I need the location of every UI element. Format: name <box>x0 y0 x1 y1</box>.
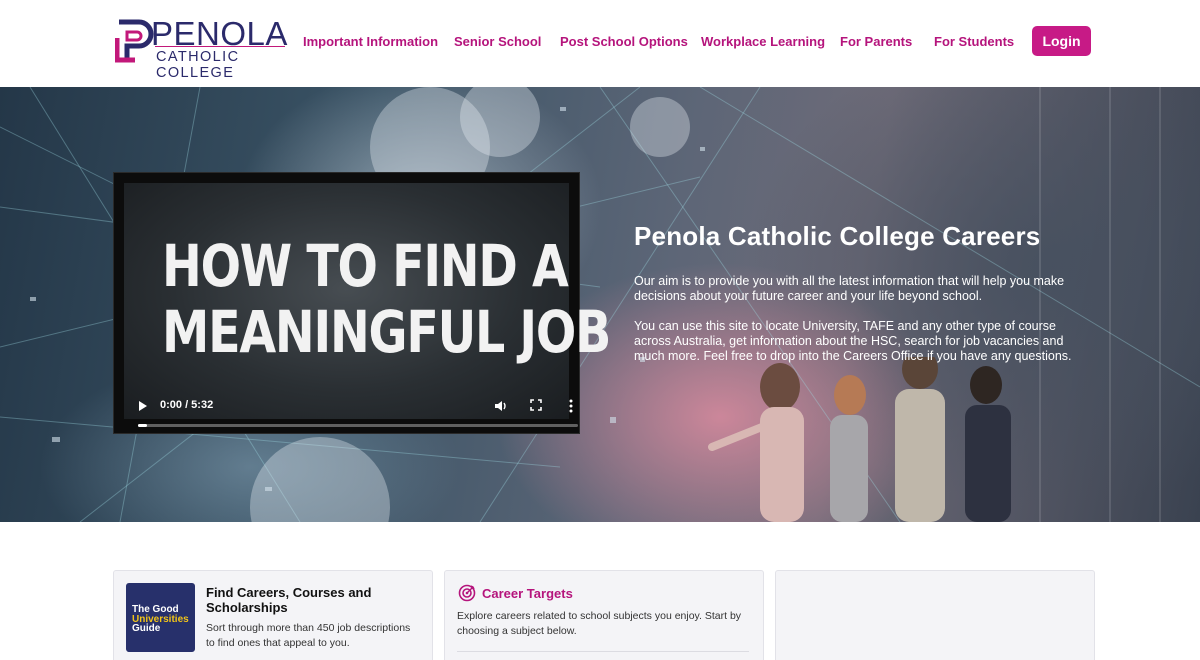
video-title-line-2: MEANINGFUL JOB <box>162 298 611 366</box>
hero-intro: Penola Catholic College Careers Our aim … <box>634 220 1084 379</box>
card-divider <box>457 651 749 652</box>
hero-paragraph-2: You can use this site to locate Universi… <box>634 319 1072 363</box>
good-universities-guide-logo[interactable]: The Good Universities Guide <box>126 583 195 652</box>
card-career-targets[interactable]: Career Targets Explore careers related t… <box>444 570 764 660</box>
nav-senior-school[interactable]: Senior School <box>454 34 541 49</box>
target-icon <box>458 584 476 602</box>
volume-icon[interactable] <box>494 399 508 413</box>
video-progress-bar[interactable] <box>138 424 578 427</box>
logo-divider <box>155 46 285 47</box>
more-options-icon[interactable] <box>569 399 573 413</box>
video-progress-fill <box>138 424 147 427</box>
hero-title: Penola Catholic College Careers <box>634 221 1041 251</box>
fullscreen-icon[interactable] <box>530 399 542 411</box>
video-title-card: HOW TO FIND A MEANINGFUL JOB <box>162 232 611 366</box>
play-icon[interactable] <box>138 400 148 412</box>
hero-paragraph-1: Our aim is to provide you with all the l… <box>634 274 1065 303</box>
nav-for-parents[interactable]: For Parents <box>840 34 912 49</box>
video-time: 0:00 / 5:32 <box>160 399 214 411</box>
nav-workplace-learning[interactable]: Workplace Learning <box>701 34 825 49</box>
video-player[interactable]: HOW TO FIND A MEANINGFUL JOB 0:00 / 5:32 <box>113 172 611 434</box>
logo-mark-icon <box>115 19 154 63</box>
nav-for-students[interactable]: For Students <box>934 34 1014 49</box>
card-title[interactable]: Find Careers, Courses and Scholarships <box>206 585 406 615</box>
nav-post-school-options[interactable]: Post School Options <box>560 34 688 49</box>
gug-line-3: Guide <box>132 623 161 634</box>
card-empty <box>775 570 1095 660</box>
hero-banner: HOW TO FIND A MEANINGFUL JOB 0:00 / 5:32… <box>0 87 1200 522</box>
site-logo[interactable]: PENOLA CATHOLIC COLLEGE <box>115 16 287 81</box>
card-title[interactable]: Career Targets <box>482 586 573 601</box>
video-title-line-1: HOW TO FIND A <box>162 232 569 300</box>
video-frame[interactable]: HOW TO FIND A MEANINGFUL JOB 0:00 / 5:32 <box>124 183 611 427</box>
card-text: Sort through more than 450 job descripti… <box>206 622 411 649</box>
site-header: PENOLA CATHOLIC COLLEGE Important Inform… <box>0 0 1200 87</box>
login-button[interactable]: Login <box>1032 26 1091 56</box>
hero-people-illustration <box>708 357 1011 522</box>
nav-important-information[interactable]: Important Information <box>303 34 438 49</box>
card-text: Explore careers related to school subjec… <box>457 610 742 637</box>
logo-subtitle: CATHOLIC COLLEGE <box>156 49 240 81</box>
card-find-careers[interactable]: The Good Universities Guide Find Careers… <box>113 570 433 660</box>
